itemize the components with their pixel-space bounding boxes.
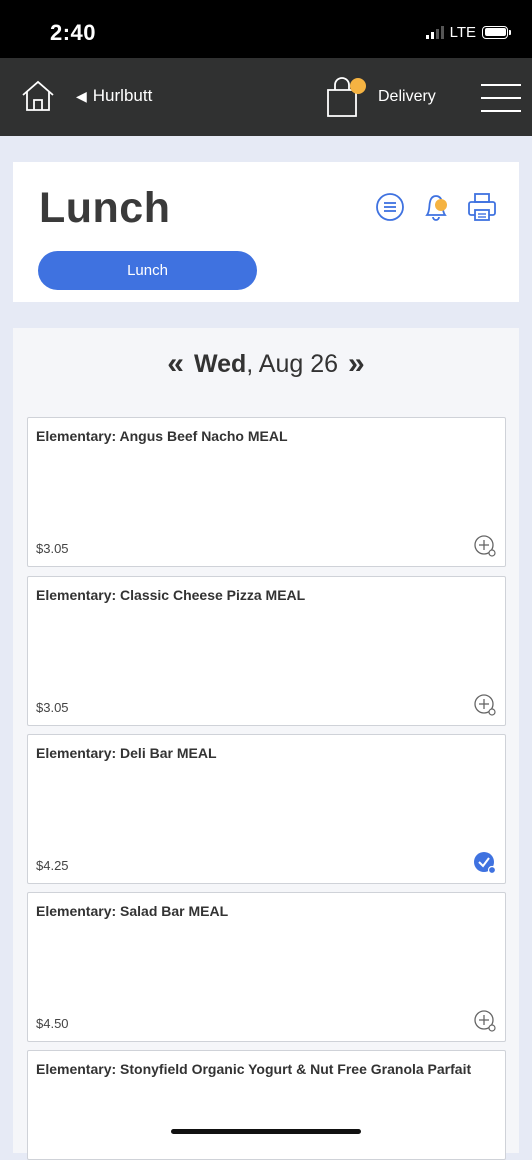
list-icon[interactable] bbox=[373, 190, 407, 224]
header-card: Lunch Lunch bbox=[13, 162, 519, 302]
bell-icon[interactable] bbox=[419, 190, 453, 224]
battery-icon bbox=[482, 25, 511, 39]
date-navigator: « Wed, Aug 26 » bbox=[13, 344, 519, 384]
current-date: Wed, Aug 26 bbox=[193, 349, 339, 378]
network-type: LTE bbox=[449, 23, 476, 41]
add-item-icon[interactable] bbox=[473, 1009, 497, 1033]
back-arrow-icon: ◀ bbox=[76, 87, 87, 104]
menu-item-title: Elementary: Stonyfield Organic Yogurt & … bbox=[36, 1061, 472, 1077]
next-day-button[interactable]: » bbox=[348, 349, 365, 379]
meal-type-button[interactable]: Lunch bbox=[38, 251, 257, 290]
menu-item-card[interactable]: Elementary: Angus Beef Nacho MEAL $3.05 bbox=[27, 417, 506, 567]
top-nav-bar: ◀ Hurlbutt Delivery bbox=[0, 58, 532, 136]
page-title: Lunch bbox=[39, 184, 171, 232]
add-item-icon[interactable] bbox=[473, 693, 497, 717]
menu-panel: « Wed, Aug 26 » Elementary: Angus Beef N… bbox=[13, 328, 519, 1160]
menu-item-card[interactable]: Elementary: Stonyfield Organic Yogurt & … bbox=[27, 1050, 506, 1160]
menu-item-price: $4.25 bbox=[36, 858, 69, 873]
date-value: Aug 26 bbox=[258, 349, 339, 378]
delivery-label[interactable]: Delivery bbox=[378, 88, 436, 106]
status-indicators: LTE bbox=[425, 22, 511, 42]
home-icon[interactable] bbox=[20, 78, 56, 114]
back-label: Hurlbutt bbox=[92, 86, 153, 105]
hamburger-menu-icon[interactable] bbox=[481, 84, 521, 112]
selected-check-icon[interactable] bbox=[473, 851, 497, 875]
status-bar: 2:40 LTE bbox=[0, 0, 532, 58]
back-button[interactable]: ◀ Hurlbutt bbox=[76, 86, 152, 106]
menu-item-title: Elementary: Salad Bar MEAL bbox=[36, 903, 229, 919]
menu-item-title: Elementary: Angus Beef Nacho MEAL bbox=[36, 428, 288, 444]
prev-day-button[interactable]: « bbox=[167, 349, 184, 379]
shopping-bag-icon[interactable] bbox=[324, 76, 370, 118]
menu-item-price: $3.05 bbox=[36, 541, 69, 556]
menu-item-card[interactable]: Elementary: Deli Bar MEAL $4.25 bbox=[27, 734, 506, 884]
menu-item-title: Elementary: Classic Cheese Pizza MEAL bbox=[36, 587, 306, 603]
signal-icon bbox=[425, 25, 444, 39]
print-icon[interactable] bbox=[465, 190, 499, 224]
menu-item-card[interactable]: Elementary: Salad Bar MEAL $4.50 bbox=[27, 892, 506, 1042]
home-indicator[interactable] bbox=[171, 1129, 361, 1134]
date-day: Wed bbox=[193, 349, 247, 378]
add-item-icon[interactable] bbox=[473, 534, 497, 558]
status-time: 2:40 bbox=[50, 20, 97, 45]
menu-item-title: Elementary: Deli Bar MEAL bbox=[36, 745, 217, 761]
menu-item-card[interactable]: Elementary: Classic Cheese Pizza MEAL $3… bbox=[27, 576, 506, 726]
header-actions bbox=[373, 190, 499, 224]
menu-item-price: $3.05 bbox=[36, 700, 69, 715]
menu-item-price: $4.50 bbox=[36, 1016, 69, 1031]
